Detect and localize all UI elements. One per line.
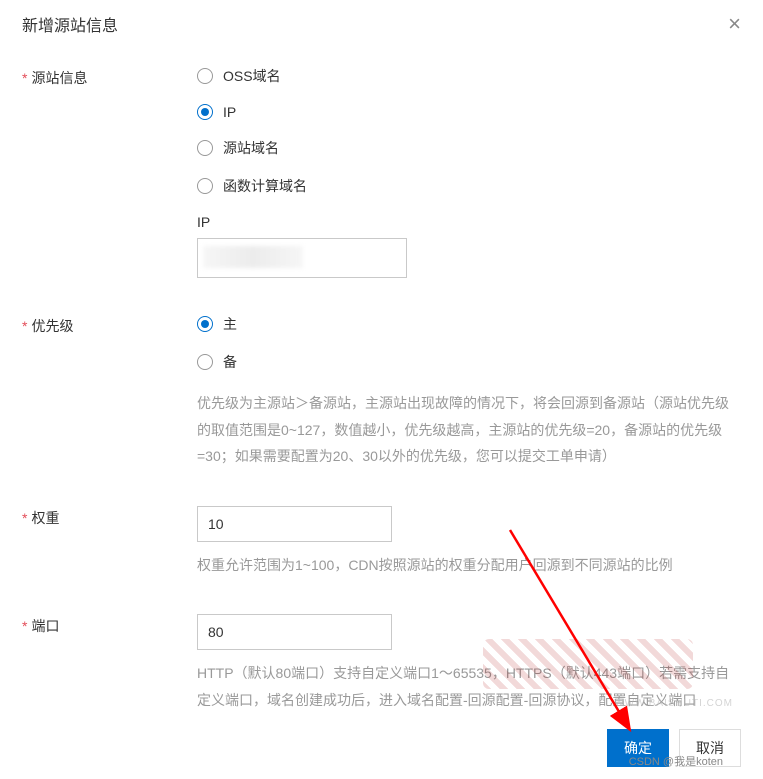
ip-input-wrap (197, 238, 407, 278)
radio-label: IP (223, 104, 236, 120)
label-origin-info: *源站信息 (22, 66, 197, 278)
radio-icon (197, 316, 213, 332)
weight-help: 权重允许范围为1~100，CDN按照源站的权重分配用户回源到不同源站的比例 (197, 552, 741, 579)
radio-fc-domain[interactable]: 函数计算域名 (197, 176, 741, 196)
confirm-button[interactable]: 确定 (607, 729, 669, 767)
radio-icon (197, 354, 213, 370)
required-marker: * (22, 318, 27, 334)
origin-info-content: OSS域名 IP 源站域名 函数计算域名 IP (197, 66, 741, 278)
radio-backup[interactable]: 备 (197, 352, 741, 372)
dialog-title: 新增源站信息 (22, 12, 118, 36)
dialog: 新增源站信息 × *源站信息 OSS域名 IP 源站域名 函数计算域名 (0, 0, 763, 742)
required-marker: * (22, 70, 27, 86)
priority-help: 优先级为主源站＞备源站，主源站出现故障的情况下，将会回源到备源站（源站优先级的取… (197, 390, 741, 470)
radio-origin-domain[interactable]: 源站域名 (197, 138, 741, 158)
redacted-overlay (203, 246, 303, 268)
row-port: *端口 HTTP（默认80端口）支持自定义端口1～65535，HTTPS（默认4… (22, 614, 741, 713)
radio-oss-domain[interactable]: OSS域名 (197, 66, 741, 86)
port-content: HTTP（默认80端口）支持自定义端口1～65535，HTTPS（默认443端口… (197, 614, 741, 713)
weight-label-text: 权重 (31, 510, 59, 526)
port-help: HTTP（默认80端口）支持自定义端口1～65535，HTTPS（默认443端口… (197, 660, 741, 713)
radio-primary[interactable]: 主 (197, 314, 741, 334)
port-label-text: 端口 (31, 618, 59, 634)
radio-icon (197, 140, 213, 156)
radio-ip[interactable]: IP (197, 104, 741, 120)
radio-label: 备 (223, 352, 237, 372)
label-port: *端口 (22, 614, 197, 713)
row-origin-info: *源站信息 OSS域名 IP 源站域名 函数计算域名 IP (22, 66, 741, 278)
radio-icon (197, 104, 213, 120)
weight-content: 权重允许范围为1~100，CDN按照源站的权重分配用户回源到不同源站的比例 (197, 506, 741, 579)
required-marker: * (22, 618, 27, 634)
radio-label: 函数计算域名 (223, 176, 307, 196)
priority-content: 主 备 优先级为主源站＞备源站，主源站出现故障的情况下，将会回源到备源站（源站优… (197, 314, 741, 470)
radio-label: 主 (223, 314, 237, 334)
row-weight: *权重 权重允许范围为1~100，CDN按照源站的权重分配用户回源到不同源站的比… (22, 506, 741, 579)
radio-icon (197, 68, 213, 84)
priority-label-text: 优先级 (31, 318, 73, 334)
radio-icon (197, 178, 213, 194)
dialog-footer: 确定 取消 (607, 729, 741, 767)
radio-label: 源站域名 (223, 138, 279, 158)
port-input[interactable] (197, 614, 392, 650)
cancel-button[interactable]: 取消 (679, 729, 741, 767)
radio-label: OSS域名 (223, 66, 281, 86)
origin-info-label-text: 源站信息 (31, 70, 87, 86)
dialog-header: 新增源站信息 × (22, 12, 741, 36)
weight-input[interactable] (197, 506, 392, 542)
required-marker: * (22, 510, 27, 526)
close-icon[interactable]: × (728, 13, 741, 35)
ip-input-label: IP (197, 214, 741, 230)
row-priority: *优先级 主 备 优先级为主源站＞备源站，主源站出现故障的情况下，将会回源到备源… (22, 314, 741, 470)
label-weight: *权重 (22, 506, 197, 579)
label-priority: *优先级 (22, 314, 197, 470)
